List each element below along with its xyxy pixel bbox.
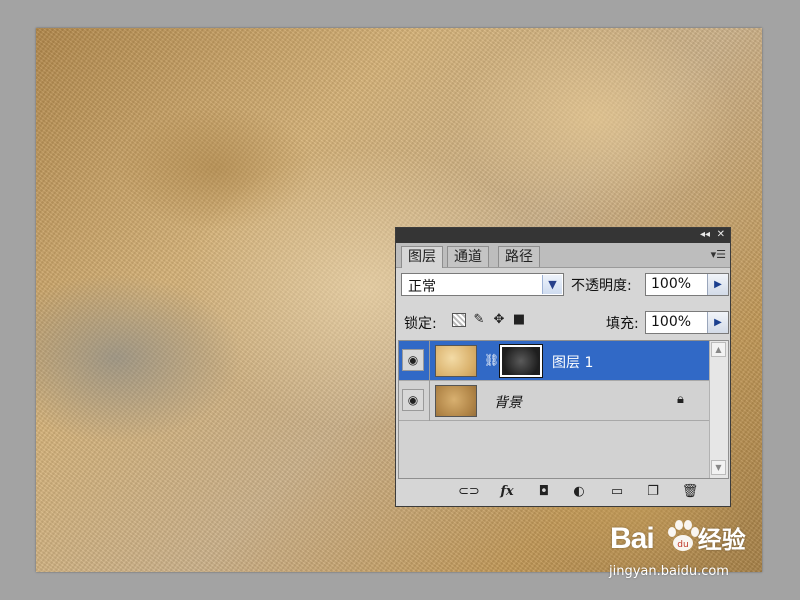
opacity-label: 不透明度: (571, 278, 632, 294)
layer-thumbnail[interactable] (435, 385, 477, 417)
lock-row: 锁定: ✎ ✥ ■ 填充: 100% ▶ (396, 311, 730, 335)
folder-icon[interactable]: ▭ (608, 484, 626, 500)
chevron-down-icon[interactable]: ▼ (542, 275, 562, 294)
panel-tabs: 图层 通道 路径 ▾☰ (396, 243, 730, 268)
lock-paint-icon[interactable]: ✎ (472, 313, 486, 327)
fill-arrow-icon[interactable]: ▶ (707, 312, 728, 333)
mask-icon[interactable]: ◘ (535, 484, 553, 500)
lock-all-icon[interactable]: ■ (512, 313, 526, 327)
blend-row: 正常 ▼ 不透明度: 100% ▶ (396, 273, 730, 297)
baidu-jingyan-watermark: Bai 经验 jingyan.baidu.com (609, 520, 746, 579)
watermark-url: jingyan.baidu.com (609, 564, 729, 579)
adjustment-icon[interactable]: ◐ (570, 484, 588, 500)
layer-name[interactable]: 图层 1 (552, 352, 593, 372)
layer-row-1[interactable]: ◉ ⛓ 图层 1 (399, 341, 710, 381)
fill-field[interactable]: 100% ▶ (645, 311, 729, 334)
scroll-up-icon[interactable]: ▲ (711, 342, 726, 357)
watermark-brand-suffix: 经验 (697, 526, 746, 554)
divider (429, 341, 430, 381)
fill-value: 100% (651, 314, 692, 330)
opacity-value: 100% (651, 276, 692, 292)
link-icon[interactable]: ⊂⊃ (458, 484, 480, 500)
layer-thumbnail[interactable] (435, 345, 477, 377)
tab-channels[interactable]: 通道 (447, 246, 489, 267)
tab-paths[interactable]: 路径 (498, 246, 540, 267)
lock-transparent-icon[interactable] (452, 313, 466, 327)
panel-titlebar: ◂◂ ✕ (396, 228, 730, 243)
watermark-brand: Bai (610, 522, 655, 555)
fx-icon[interactable]: fx (498, 484, 516, 500)
lock-icon: 🔒︎ (677, 392, 684, 407)
eye-icon[interactable]: ◉ (402, 389, 424, 411)
trash-icon[interactable]: 🗑︎ (681, 484, 699, 500)
blend-mode-value: 正常 (408, 279, 436, 295)
layer-mask-thumbnail[interactable] (499, 344, 543, 378)
collapse-icon[interactable]: ◂◂ (700, 229, 710, 241)
chain-link-icon[interactable]: ⛓ (484, 353, 499, 367)
layer-name[interactable]: 背景 (494, 392, 522, 412)
layers-panel: ◂◂ ✕ 图层 通道 路径 ▾☰ 正常 ▼ 不透明度: 100% ▶ 锁定: ✎… (395, 227, 731, 507)
layers-scrollbar[interactable]: ▲ ▼ (709, 341, 728, 478)
blend-mode-select[interactable]: 正常 ▼ (401, 273, 564, 296)
tab-layers[interactable]: 图层 (401, 246, 443, 268)
eye-icon[interactable]: ◉ (402, 349, 424, 371)
fill-label: 填充: (606, 316, 639, 332)
close-icon[interactable]: ✕ (717, 229, 725, 241)
panel-bottom-bar: ⊂⊃ fx ◘ ◐ ▭ ❐ 🗑︎ (396, 480, 730, 506)
layer-row-background[interactable]: ◉ 背景 🔒︎ (399, 381, 710, 421)
layers-list: ◉ ⛓ 图层 1 ◉ 背景 🔒︎ ▲ ▼ (398, 340, 729, 479)
lock-label: 锁定: (404, 316, 437, 332)
scroll-down-icon[interactable]: ▼ (711, 460, 726, 475)
lock-move-icon[interactable]: ✥ (492, 313, 506, 327)
opacity-field[interactable]: 100% ▶ (645, 273, 729, 296)
divider (429, 381, 430, 421)
panel-menu-icon[interactable]: ▾☰ (711, 248, 726, 261)
opacity-arrow-icon[interactable]: ▶ (707, 274, 728, 295)
new-layer-icon[interactable]: ❐ (644, 484, 662, 500)
